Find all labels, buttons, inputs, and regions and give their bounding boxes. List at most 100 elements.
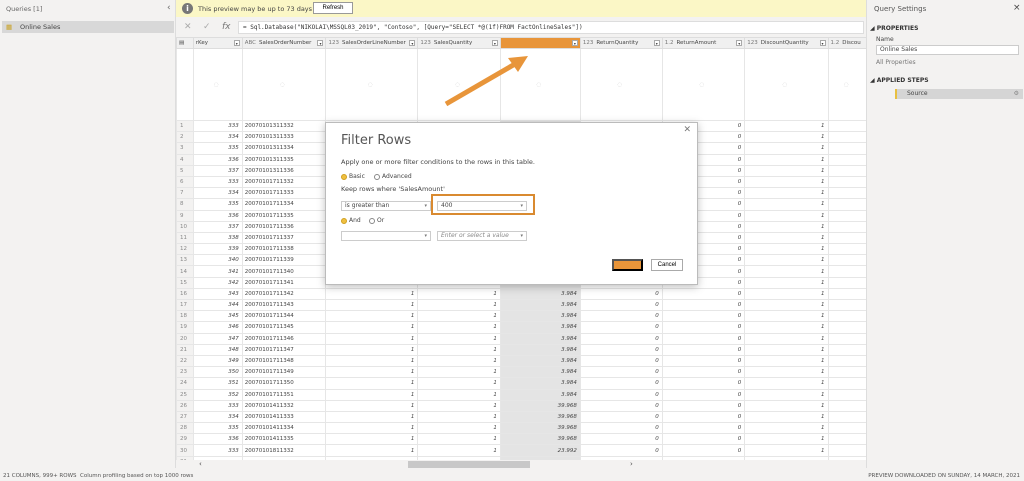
cell-return-quantity[interactable]: 0 — [579, 321, 663, 334]
cell-return-amount[interactable]: 0 — [661, 343, 746, 356]
cell-line-number[interactable]: 1 — [325, 444, 419, 457]
cell-discount-quantity[interactable]: 1 — [744, 366, 829, 379]
cell-return-amount[interactable]: 0 — [661, 332, 746, 345]
cell-key[interactable]: 339 — [192, 243, 243, 256]
cell-discount-quantity[interactable]: 1 — [744, 209, 829, 222]
cell-key[interactable]: 337 — [192, 164, 243, 177]
cell-line-number[interactable]: 1 — [325, 354, 419, 368]
cell-return-amount[interactable]: 0 — [661, 354, 746, 368]
cell-sales-quantity[interactable]: 1 — [417, 287, 501, 301]
cell-discount[interactable] — [827, 175, 868, 189]
cell-order-number[interactable]: 20070101711347 — [241, 343, 327, 356]
cell-sales-quantity[interactable]: 1 — [417, 444, 501, 457]
cell-order-number[interactable]: 20070101711349 — [241, 366, 327, 379]
gear-icon[interactable]: ⚙ — [1014, 89, 1019, 99]
column-filter-dropdown-icon[interactable]: ▾ — [736, 40, 743, 46]
cell-discount-quantity[interactable]: 1 — [744, 444, 829, 457]
cell-sales-quantity[interactable]: 1 — [417, 332, 501, 345]
fx-icon[interactable]: fx — [222, 22, 231, 32]
cell-key[interactable]: 338 — [192, 231, 243, 245]
cell-order-number[interactable]: 20070101411334 — [241, 422, 327, 435]
cell-return-quantity[interactable]: 0 — [579, 410, 663, 424]
cell-order-number[interactable]: 20070101711338 — [241, 243, 327, 256]
cell-discount-quantity[interactable]: 1 — [744, 254, 829, 267]
cell-return-amount[interactable]: 0 — [661, 321, 746, 334]
cell-key[interactable]: 336 — [192, 433, 243, 446]
advanced-radio[interactable]: Advanced — [374, 173, 412, 180]
cell-key[interactable]: 350 — [192, 366, 243, 379]
value-dropdown-2[interactable]: Enter or select a value ▾ — [437, 231, 527, 241]
column-header[interactable]: ABC SalesOrderNumber ▾ — [241, 37, 327, 49]
cell-discount-quantity[interactable]: 1 — [744, 175, 829, 189]
cell-discount-quantity[interactable]: 1 — [744, 332, 829, 345]
cell-key[interactable]: 349 — [192, 354, 243, 368]
cell-sales-amount[interactable]: 3.984 — [499, 298, 581, 312]
cell-line-number[interactable]: 1 — [325, 298, 419, 312]
cell-discount[interactable] — [827, 187, 868, 200]
cell-order-number[interactable]: 20070101311334 — [241, 142, 327, 155]
cell-line-number[interactable]: 1 — [325, 321, 419, 334]
cell-order-number[interactable]: 20070101711346 — [241, 332, 327, 345]
cell-discount-quantity[interactable]: 1 — [744, 433, 829, 446]
close-icon[interactable]: × — [1013, 3, 1021, 13]
cell-order-number[interactable]: 20070101711333 — [241, 187, 327, 200]
cell-return-quantity[interactable]: 0 — [579, 287, 663, 301]
cell-discount[interactable] — [827, 287, 868, 301]
cell-sales-quantity[interactable]: 1 — [417, 366, 501, 379]
cell-line-number[interactable]: 1 — [325, 410, 419, 424]
cell-discount-quantity[interactable]: 1 — [744, 298, 829, 312]
cell-discount[interactable] — [827, 142, 868, 155]
column-header[interactable]: 123 DiscountQuantity ▾ — [744, 37, 829, 49]
cell-return-quantity[interactable]: 0 — [579, 444, 663, 457]
cell-line-number[interactable]: 1 — [325, 366, 419, 379]
cell-return-amount[interactable]: 0 — [661, 388, 746, 401]
cell-discount[interactable] — [827, 422, 868, 435]
cell-order-number[interactable]: 20070101711345 — [241, 321, 327, 334]
cell-return-amount[interactable]: 0 — [661, 433, 746, 446]
cell-return-amount[interactable]: 0 — [661, 310, 746, 323]
cell-discount-quantity[interactable]: 1 — [744, 399, 829, 412]
cell-key[interactable]: 352 — [192, 388, 243, 401]
ok-button[interactable] — [612, 259, 643, 271]
cell-discount-quantity[interactable]: 1 — [744, 354, 829, 368]
column-filter-dropdown-icon[interactable]: ▾ — [233, 40, 240, 46]
cell-key[interactable]: 345 — [192, 310, 243, 323]
cell-sales-amount[interactable]: 23.992 — [499, 444, 581, 457]
cell-order-number[interactable]: 20070101711334 — [241, 198, 327, 211]
cell-sales-quantity[interactable]: 1 — [417, 298, 501, 312]
cell-discount[interactable] — [827, 298, 868, 312]
cell-sales-amount[interactable]: 39.968 — [499, 433, 581, 446]
cell-return-amount[interactable]: 0 — [661, 377, 746, 390]
cell-order-number[interactable]: 20070101411333 — [241, 410, 327, 424]
column-filter-dropdown-icon[interactable]: ▾ — [409, 40, 416, 46]
cell-order-number[interactable]: 20070101311335 — [241, 153, 327, 166]
operator-dropdown-1[interactable]: is greater than ▾ — [341, 201, 431, 211]
cell-line-number[interactable]: 1 — [325, 433, 419, 446]
cell-return-amount[interactable]: 0 — [661, 444, 746, 457]
cell-sales-amount[interactable]: 3.984 — [499, 366, 581, 379]
cell-discount-quantity[interactable]: 1 — [744, 377, 829, 390]
name-input[interactable]: Online Sales — [876, 45, 1019, 55]
query-item-online-sales[interactable]: ▦ Online Sales — [2, 21, 174, 33]
cell-order-number[interactable]: 20070101711344 — [241, 310, 327, 323]
cell-discount-quantity[interactable]: 1 — [744, 231, 829, 245]
cell-discount[interactable] — [827, 399, 868, 412]
cell-discount[interactable] — [827, 354, 868, 368]
cell-key[interactable]: 343 — [192, 287, 243, 301]
cell-discount[interactable] — [827, 198, 868, 211]
cell-order-number[interactable]: 20070101311333 — [241, 131, 327, 144]
cell-order-number[interactable]: 20070101811332 — [241, 444, 327, 457]
cell-return-quantity[interactable]: 0 — [579, 366, 663, 379]
cell-discount-quantity[interactable]: 1 — [744, 343, 829, 356]
cell-discount-quantity[interactable]: 1 — [744, 243, 829, 256]
cell-key[interactable]: 335 — [192, 198, 243, 211]
cell-key[interactable]: 351 — [192, 377, 243, 390]
cell-discount[interactable] — [827, 254, 868, 267]
cancel-button[interactable]: Cancel — [651, 259, 683, 271]
cell-order-number[interactable]: 20070101711336 — [241, 220, 327, 233]
cell-discount-quantity[interactable]: 1 — [744, 142, 829, 155]
cell-order-number[interactable]: 20070101411332 — [241, 399, 327, 412]
cell-discount-quantity[interactable]: 1 — [744, 164, 829, 177]
cell-return-quantity[interactable]: 0 — [579, 310, 663, 323]
cell-discount-quantity[interactable]: 1 — [744, 410, 829, 424]
